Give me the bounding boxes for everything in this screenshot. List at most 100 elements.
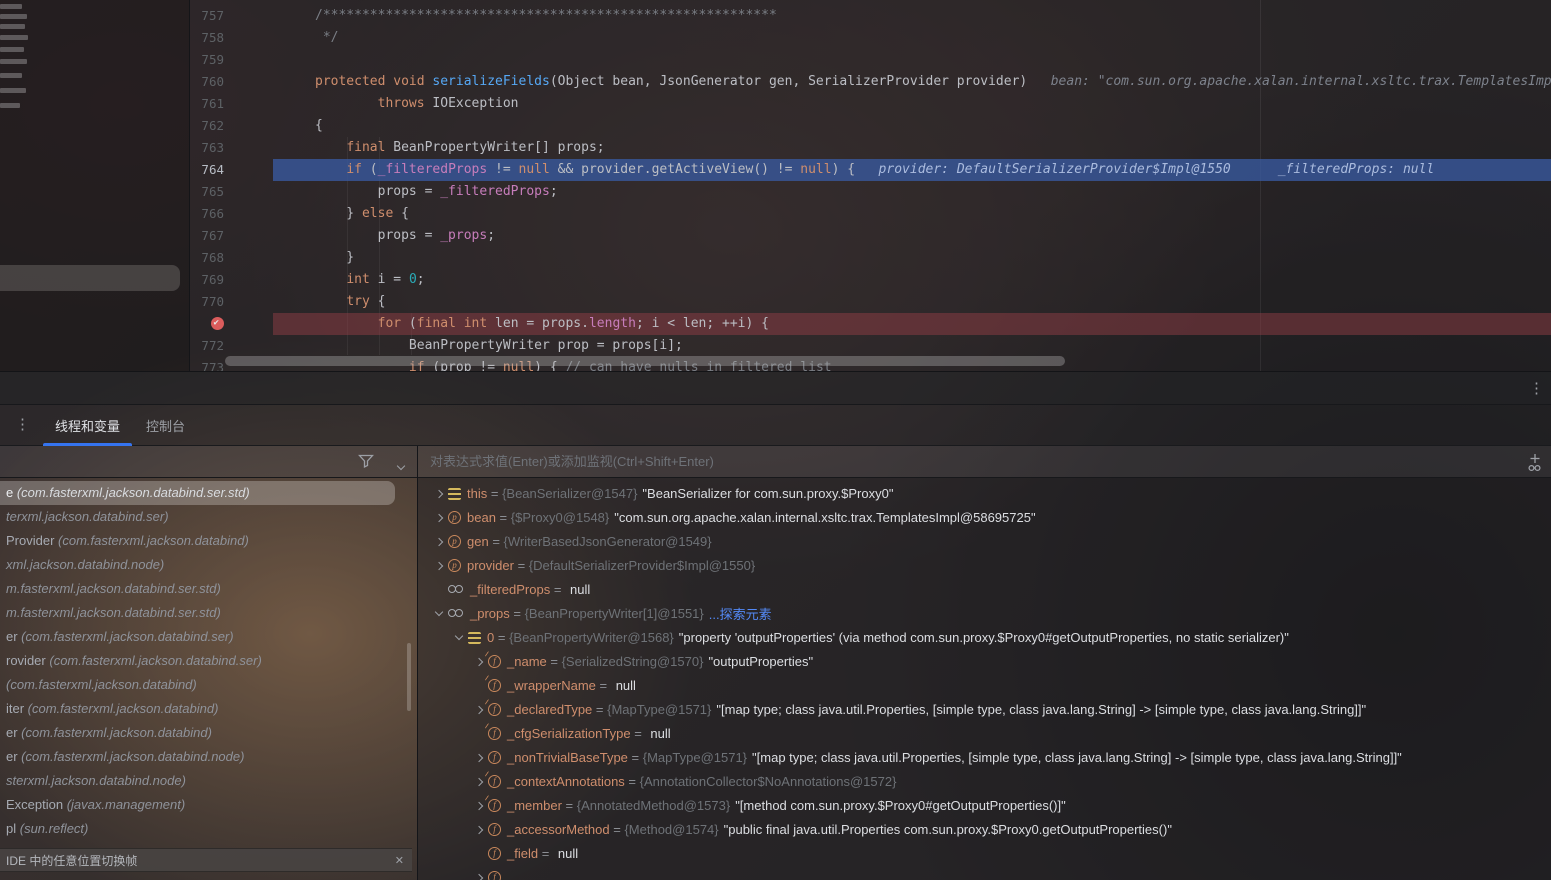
variable-row[interactable] bbox=[418, 865, 1551, 880]
breakpoint-gutter[interactable] bbox=[190, 313, 230, 335]
variable-row[interactable]: this = {BeanSerializer@1547}"BeanSeriali… bbox=[418, 481, 1551, 505]
frame-row[interactable]: sterxml.jackson.databind.node) bbox=[0, 769, 417, 793]
variable-row[interactable]: _wrapperName = null bbox=[418, 673, 1551, 697]
variable-row[interactable]: 0 = {BeanPropertyWriter@1568}"property '… bbox=[418, 625, 1551, 649]
tab-threads-variables[interactable]: 线程和变量 bbox=[55, 405, 120, 446]
frame-method: er bbox=[6, 629, 21, 644]
frame-row[interactable]: rovider (com.fasterxml.jackson.databind.… bbox=[0, 649, 417, 673]
line-number[interactable]: 761 bbox=[190, 93, 230, 115]
frame-row[interactable]: m.fasterxml.jackson.databind.ser.std) bbox=[0, 601, 417, 625]
frames-scrollbar[interactable] bbox=[407, 643, 411, 711]
code-line[interactable]: 772 BeanPropertyWriter prop = props[i]; bbox=[190, 335, 1551, 357]
frame-row[interactable]: terxml.jackson.databind.ser) bbox=[0, 505, 417, 529]
line-number[interactable]: 772 bbox=[190, 335, 230, 357]
frame-row[interactable]: pl (sun.reflect) bbox=[0, 817, 417, 841]
gutter-icon-strip bbox=[230, 225, 273, 247]
horizontal-scrollbar[interactable] bbox=[225, 356, 1065, 366]
variable-row[interactable]: _field = null bbox=[418, 841, 1551, 865]
line-number[interactable]: 769 bbox=[190, 269, 230, 291]
chevron-right-icon[interactable] bbox=[432, 510, 448, 525]
code-line[interactable]: 759 bbox=[190, 49, 1551, 71]
explore-elements-link[interactable]: ...探索元素 bbox=[709, 604, 772, 623]
breakpoint-icon[interactable] bbox=[211, 317, 224, 330]
more-options-icon[interactable]: ⋮ bbox=[15, 417, 30, 432]
chevron-right-icon[interactable] bbox=[472, 750, 488, 765]
code-line[interactable]: 767 props = _props; bbox=[190, 225, 1551, 247]
code-line[interactable]: 768 } bbox=[190, 247, 1551, 269]
tab-console[interactable]: 控制台 bbox=[146, 405, 185, 446]
variable-row[interactable]: bean = {$Proxy0@1548}"com.sun.org.apache… bbox=[418, 505, 1551, 529]
chevron-down-icon[interactable] bbox=[394, 459, 410, 477]
filter-icon[interactable] bbox=[358, 454, 374, 474]
frame-row[interactable]: Provider (com.fasterxml.jackson.databind… bbox=[0, 529, 417, 553]
chevron-down-icon[interactable] bbox=[432, 606, 448, 621]
code-segment bbox=[456, 316, 464, 331]
variable-row[interactable]: _member = {AnnotatedMethod@1573}"[method… bbox=[418, 793, 1551, 817]
line-number[interactable]: 760 bbox=[190, 71, 230, 93]
line-number[interactable]: 763 bbox=[190, 137, 230, 159]
variable-name: _nonTrivialBaseType bbox=[507, 750, 628, 765]
code-line[interactable]: 764 if (_filteredProps != null && provid… bbox=[190, 159, 1551, 181]
variable-row[interactable]: _nonTrivialBaseType = {MapType@1571}"[ma… bbox=[418, 745, 1551, 769]
variable-reference: {MapType@1571} bbox=[643, 750, 747, 765]
line-number[interactable]: 757 bbox=[190, 5, 230, 27]
variable-row[interactable]: _name = {SerializedString@1570}"outputPr… bbox=[418, 649, 1551, 673]
code-line[interactable]: 758 */ bbox=[190, 27, 1551, 49]
line-number[interactable]: 768 bbox=[190, 247, 230, 269]
line-number[interactable]: 767 bbox=[190, 225, 230, 247]
variable-row[interactable]: provider = {DefaultSerializerProvider$Im… bbox=[418, 553, 1551, 577]
line-number[interactable]: 759 bbox=[190, 49, 230, 71]
variable-row[interactable]: _filteredProps = null bbox=[418, 577, 1551, 601]
line-number[interactable]: 762 bbox=[190, 115, 230, 137]
variable-row[interactable]: _contextAnnotations = {AnnotationCollect… bbox=[418, 769, 1551, 793]
frame-row[interactable]: (com.fasterxml.jackson.databind) bbox=[0, 673, 417, 697]
close-icon[interactable]: ✕ bbox=[395, 854, 404, 867]
chevron-right-icon[interactable] bbox=[432, 486, 448, 501]
code-line[interactable]: for (final int len = props.length; i < l… bbox=[190, 313, 1551, 335]
variable-row[interactable]: _declaredType = {MapType@1571}"[map type… bbox=[418, 697, 1551, 721]
line-number[interactable]: 765 bbox=[190, 181, 230, 203]
chevron-right-icon[interactable] bbox=[432, 534, 448, 549]
frame-row[interactable]: er (com.fasterxml.jackson.databind) bbox=[0, 721, 417, 745]
chevron-right-icon[interactable] bbox=[472, 822, 488, 837]
variable-reference: {MapType@1571} bbox=[607, 702, 711, 717]
line-number[interactable]: 770 bbox=[190, 291, 230, 313]
variable-row[interactable]: gen = {WriterBasedJsonGenerator@1549} bbox=[418, 529, 1551, 553]
frame-row[interactable]: Exception (javax.management) bbox=[0, 793, 417, 817]
code-editor[interactable]: 757/************************************… bbox=[190, 0, 1551, 371]
line-number[interactable]: 766 bbox=[190, 203, 230, 225]
frame-row[interactable]: e (com.fasterxml.jackson.databind.ser.st… bbox=[0, 481, 395, 505]
code-text: { bbox=[273, 115, 1551, 137]
watch-expression-input[interactable] bbox=[430, 446, 1490, 477]
line-number[interactable]: 764 bbox=[190, 159, 230, 181]
add-watch-icon[interactable] bbox=[1525, 451, 1545, 478]
variable-row[interactable]: _accessorMethod = {Method@1574}"public f… bbox=[418, 817, 1551, 841]
code-line[interactable]: 770 try { bbox=[190, 291, 1551, 313]
variable-row[interactable]: _cfgSerializationType = null bbox=[418, 721, 1551, 745]
gutter-icon-strip bbox=[230, 71, 273, 93]
code-line[interactable]: 769 int i = 0; bbox=[190, 269, 1551, 291]
gutter-icon-strip bbox=[230, 335, 273, 357]
frame-row[interactable]: xml.jackson.databind.node) bbox=[0, 553, 417, 577]
chevron-right-icon[interactable] bbox=[432, 558, 448, 573]
frame-row[interactable]: er (com.fasterxml.jackson.databind.ser) bbox=[0, 625, 417, 649]
frame-row[interactable]: iter (com.fasterxml.jackson.databind) bbox=[0, 697, 417, 721]
frame-row[interactable]: er (com.fasterxml.jackson.databind.node) bbox=[0, 745, 417, 769]
code-line[interactable]: 760protected void serializeFields(Object… bbox=[190, 71, 1551, 93]
more-options-icon[interactable]: ⋮ bbox=[1529, 381, 1544, 396]
code-line[interactable]: 762 { bbox=[190, 115, 1551, 137]
line-number[interactable]: 758 bbox=[190, 27, 230, 49]
equals-sign: = bbox=[631, 726, 646, 741]
frame-row[interactable]: m.fasterxml.jackson.databind.ser.std) bbox=[0, 577, 417, 601]
code-line[interactable]: 765 props = _filteredProps; bbox=[190, 181, 1551, 203]
code-line[interactable]: 766 } else { bbox=[190, 203, 1551, 225]
code-line[interactable]: 757/************************************… bbox=[190, 5, 1551, 27]
line-number[interactable]: 773 bbox=[190, 357, 230, 371]
chevron-down-icon[interactable] bbox=[452, 630, 468, 645]
code-line[interactable]: 763 final BeanPropertyWriter[] props; bbox=[190, 137, 1551, 159]
variable-name: _declaredType bbox=[507, 702, 592, 717]
chevron-right-icon[interactable] bbox=[472, 870, 488, 880]
code-line[interactable]: 761 throws IOException bbox=[190, 93, 1551, 115]
field-final-icon bbox=[488, 799, 501, 812]
variable-row[interactable]: _props = {BeanPropertyWriter[1]@1551}...… bbox=[418, 601, 1551, 625]
